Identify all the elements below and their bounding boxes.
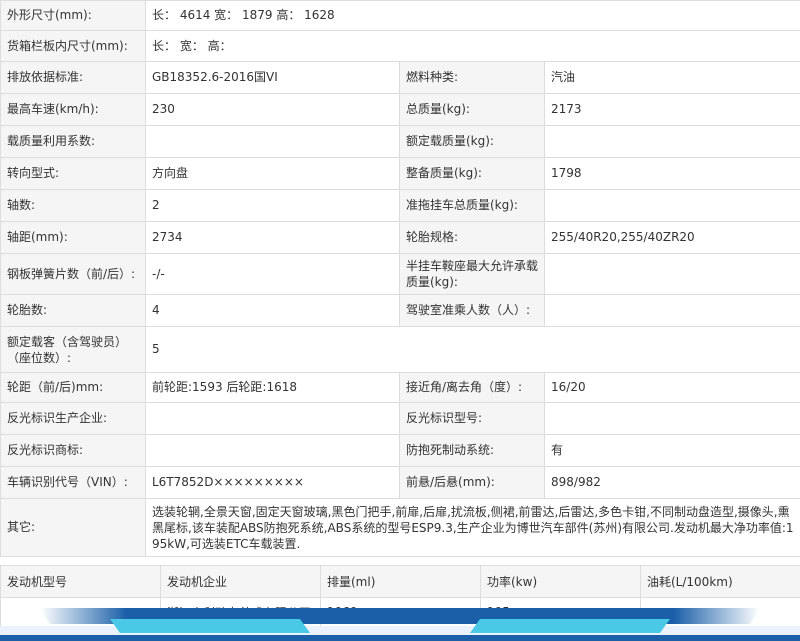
decorative-banner [0,608,800,641]
other-value: 选装轮辋,全景天窗,固定天窗玻璃,黑色门把手,前扉,后扉,扰流板,侧裙,前雷达,… [145,498,800,557]
cargo-label: 货箱栏板内尺寸(mm): [0,30,146,62]
row-spring: 钢板弹簧片数（前/后）: -/- 半挂车鞍座最大允许承载质量(kg): [0,253,800,295]
track-label: 轮距（前/后)mm: [0,372,146,403]
rated-load-value [544,125,800,158]
row-dimensions: 外形尺寸(mm): 长： 4614 宽： 1879 高： 1628 [0,0,800,31]
row-cargo: 货箱栏板内尺寸(mm): 长： 宽： 高： [0,30,800,62]
row-other: 其它: 选装轮辋,全景天窗,固定天窗玻璃,黑色门把手,前扉,后扉,扰流板,侧裙,… [0,498,800,557]
tires-label: 轮胎数: [0,294,146,327]
row-axles: 轴数: 2 准拖挂车总质量(kg): [0,189,800,222]
banner-accent-left [110,619,310,633]
dim-label: 外形尺寸(mm): [0,0,146,31]
other-label: 其它: [0,498,146,557]
engine-header-maker: 发动机企业 [160,565,321,598]
axles-value: 2 [145,189,400,222]
cab-value [544,294,800,327]
fuel-value: 汽油 [544,61,800,94]
emission-label: 排放依据标准: [0,61,146,94]
emission-value: GB18352.6-2016国VI [145,61,400,94]
engine-header-displacement: 排量(ml) [320,565,481,598]
rated-load-label: 额定载质量(kg): [399,125,545,158]
curb-mass-label: 整备质量(kg): [399,157,545,190]
vin-label: 车辆识别代号（VIN）: [0,466,146,499]
capacity-label: 额定载客（含驾驶员）（座位数）: [0,326,146,373]
wheelbase-value: 2734 [145,221,400,254]
total-mass-value: 2173 [544,93,800,126]
tire-spec-value: 255/40R20,255/40ZR20 [544,221,800,254]
reflect-brand-label: 反光标识商标: [0,434,146,467]
row-vin: 车辆识别代号（VIN）: L6T7852D××××××××× 前悬/后悬(mm)… [0,466,800,499]
load-util-value [145,125,400,158]
reflect-brand-value [145,434,400,467]
total-mass-label: 总质量(kg): [399,93,545,126]
tires-value: 4 [145,294,400,327]
reflect-co-label: 反光标识生产企业: [0,402,146,435]
cab-label: 驾驶室准乘人数（人）: [399,294,545,327]
row-steering: 转向型式: 方向盘 整备质量(kg): 1798 [0,157,800,190]
row-tires: 轮胎数: 4 驾驶室准乘人数（人）: [0,294,800,327]
steering-value: 方向盘 [145,157,400,190]
semi-label: 半挂车鞍座最大允许承载质量(kg): [399,253,545,295]
spring-value: -/- [145,253,400,295]
row-reflect-brand: 反光标识商标: 防抱死制动系统: 有 [0,434,800,467]
overhang-label: 前悬/后悬(mm): [399,466,545,499]
overhang-value: 898/982 [544,466,800,499]
reflect-co-value [145,402,400,435]
abs-value: 有 [544,434,800,467]
row-reflect-company: 反光标识生产企业: 反光标识型号: [0,402,800,435]
speed-label: 最高车速(km/h): [0,93,146,126]
row-load-util: 载质量利用系数: 额定载质量(kg): [0,125,800,158]
track-value: 前轮距:1593 后轮距:1618 [145,372,400,403]
row-track: 轮距（前/后)mm: 前轮距:1593 后轮距:1618 接近角/离去角（度）:… [0,372,800,403]
load-util-label: 载质量利用系数: [0,125,146,158]
vin-value: L6T7852D××××××××× [145,466,400,499]
reflect-model-value [544,402,800,435]
angle-label: 接近角/离去角（度）: [399,372,545,403]
spec-table: 外形尺寸(mm): 长： 4614 宽： 1879 高： 1628 货箱栏板内尺… [0,0,800,557]
engine-header-power: 功率(kw) [480,565,641,598]
wheelbase-label: 轴距(mm): [0,221,146,254]
trailer-label: 准拖挂车总质量(kg): [399,189,545,222]
row-speed: 最高车速(km/h): 230 总质量(kg): 2173 [0,93,800,126]
speed-value: 230 [145,93,400,126]
semi-value [544,253,800,295]
fuel-label: 燃料种类: [399,61,545,94]
engine-header-model: 发动机型号 [0,565,161,598]
angle-value: 16/20 [544,372,800,403]
row-capacity: 额定载客（含驾驶员）（座位数）: 5 [0,326,800,373]
capacity-value: 5 [145,326,800,373]
dim-value: 长： 4614 宽： 1879 高： 1628 [145,0,800,31]
cargo-value: 长： 宽： 高： [145,30,800,62]
engine-header-consumption: 油耗(L/100km) [640,565,800,598]
banner-accent-right [470,619,670,633]
reflect-model-label: 反光标识型号: [399,402,545,435]
axles-label: 轴数: [0,189,146,222]
abs-label: 防抱死制动系统: [399,434,545,467]
tire-spec-label: 轮胎规格: [399,221,545,254]
spring-label: 钢板弹簧片数（前/后）: [0,253,146,295]
curb-mass-value: 1798 [544,157,800,190]
engine-header-row: 发动机型号 发动机企业 排量(ml) 功率(kw) 油耗(L/100km) [0,565,800,598]
row-emission: 排放依据标准: GB18352.6-2016国VI 燃料种类: 汽油 [0,61,800,94]
row-wheelbase: 轴距(mm): 2734 轮胎规格: 255/40R20,255/40ZR20 [0,221,800,254]
trailer-value [544,189,800,222]
steering-label: 转向型式: [0,157,146,190]
banner-bottom-strip [0,635,800,641]
